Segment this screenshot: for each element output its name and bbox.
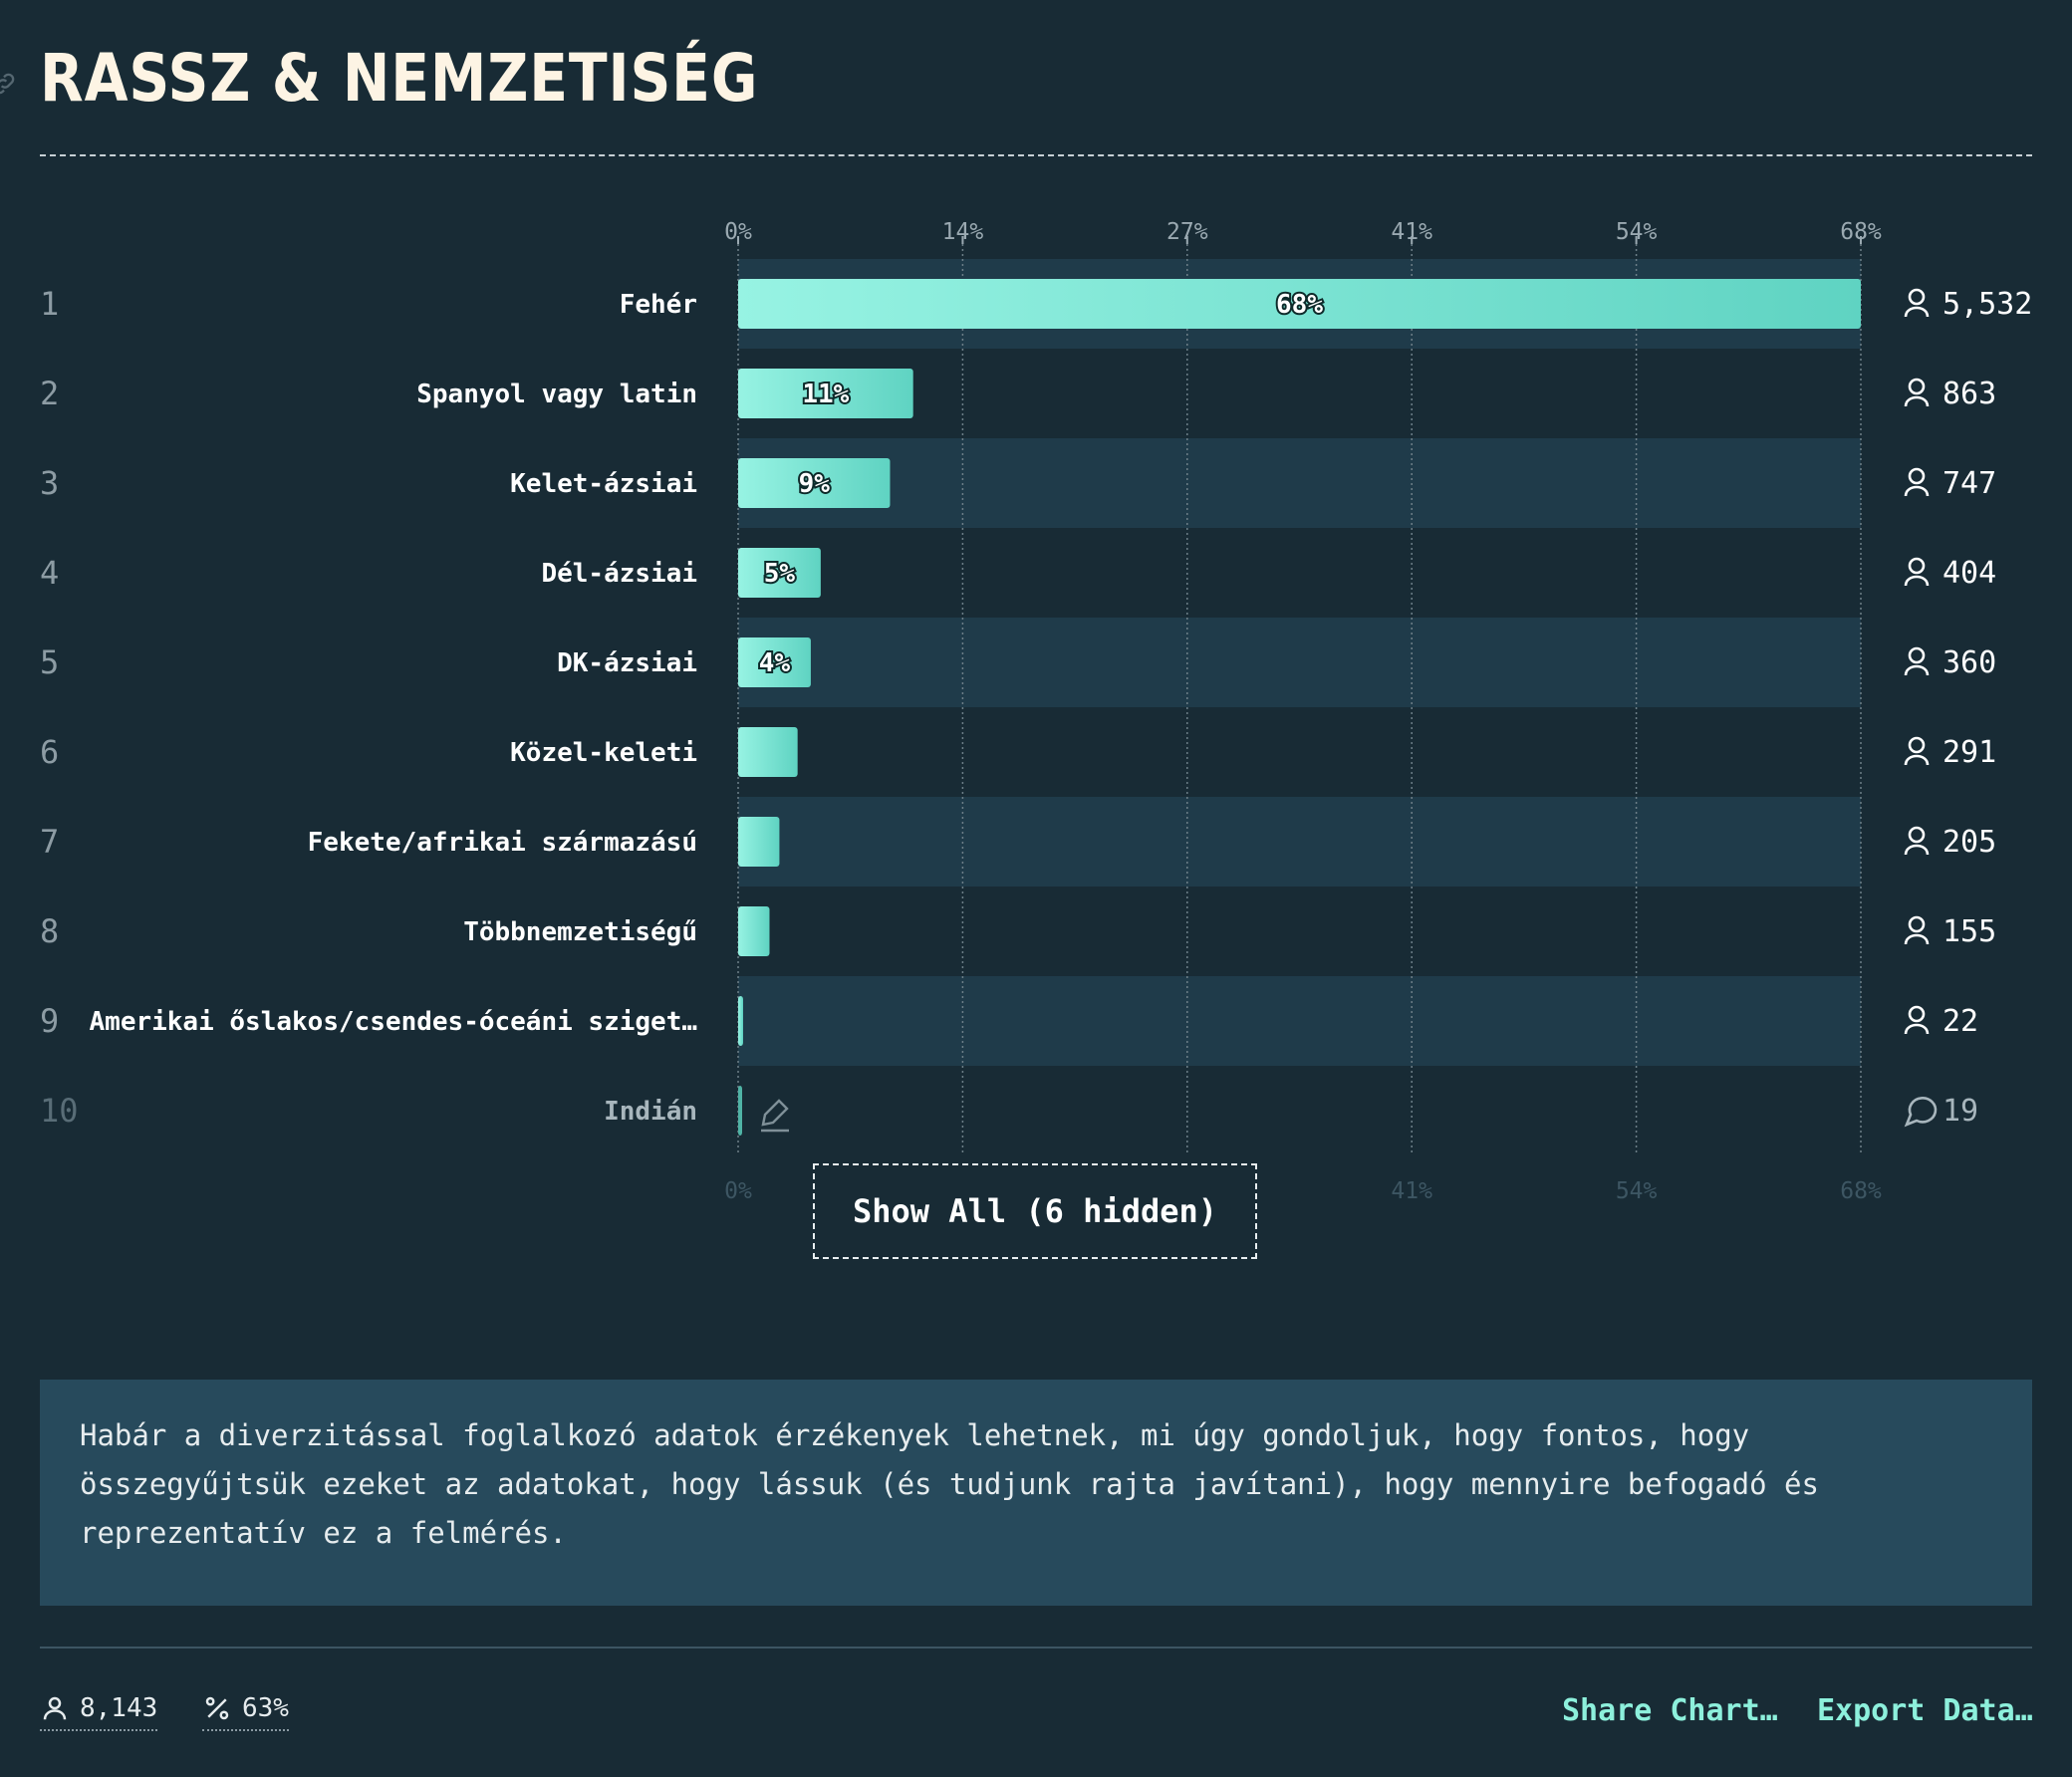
count-label: 291 — [1942, 735, 1996, 770]
rank-label: 6 — [40, 733, 59, 771]
bar-value-label: 4% — [759, 648, 791, 678]
percent-stat[interactable]: 63% — [202, 1693, 289, 1731]
x-tick-label: 54% — [1616, 219, 1658, 245]
person-icon — [43, 1696, 67, 1720]
count-label: 22 — [1942, 1004, 1978, 1039]
category-label: Amerikai őslakos/csendes-óceáni sziget… — [90, 1007, 697, 1037]
bar[interactable] — [738, 817, 780, 867]
share-chart-link[interactable]: Share Chart… — [1562, 1693, 1778, 1728]
respondents-count: 8,143 — [80, 1693, 158, 1723]
bar[interactable] — [738, 1086, 742, 1136]
category-label: Kelet-ázsiai — [510, 469, 697, 499]
person-icon — [1904, 826, 1930, 856]
footer-divider — [40, 1647, 2032, 1649]
row-band — [738, 976, 1861, 1066]
person-icon — [1904, 378, 1930, 407]
export-data-link[interactable]: Export Data… — [1817, 1693, 2033, 1728]
x-tick-label-bottom: 68% — [1840, 1178, 1882, 1204]
x-tick-label: 14% — [942, 219, 984, 245]
count-label: 5,532 — [1942, 287, 2032, 322]
category-label: Indián — [604, 1097, 697, 1127]
category-label: Spanyol vagy latin — [416, 380, 697, 409]
count-label: 205 — [1942, 825, 1996, 860]
rank-label: 5 — [40, 643, 59, 681]
count-label: 404 — [1942, 556, 1996, 591]
count-label: 19 — [1942, 1094, 1978, 1129]
rank-label: 8 — [40, 912, 59, 950]
rank-label: 1 — [40, 285, 59, 323]
respondents-stat[interactable]: 8,143 — [40, 1693, 158, 1731]
category-label: DK-ázsiai — [557, 648, 697, 678]
row-band — [738, 438, 1861, 528]
x-tick-label: 27% — [1166, 219, 1208, 245]
bar[interactable] — [738, 906, 770, 956]
person-icon — [1904, 288, 1930, 318]
bar[interactable] — [738, 727, 798, 777]
x-tick-label-bottom: 0% — [724, 1178, 752, 1204]
count-label: 863 — [1942, 377, 1996, 411]
bar[interactable] — [738, 996, 743, 1046]
person-icon — [1904, 646, 1930, 676]
person-icon — [1904, 557, 1930, 587]
edit-icon[interactable] — [761, 1099, 789, 1133]
show-all-button[interactable]: Show All (6 hidden) — [813, 1163, 1257, 1259]
bar-value-label: 5% — [764, 559, 796, 589]
rank-label: 4 — [40, 554, 59, 592]
row-band — [738, 618, 1861, 707]
race-ethnicity-bar-chart: 0%0%14%14%27%27%41%41%54%54%68%68% 1Fehé… — [40, 219, 2032, 1204]
category-label: Többnemzetiségű — [463, 917, 697, 947]
percent-value: 63% — [242, 1693, 289, 1723]
info-note: Habár a diverzitással foglalkozó adatok … — [40, 1380, 2032, 1606]
rank-label: 3 — [40, 464, 59, 502]
rank-label: 9 — [40, 1002, 59, 1040]
category-label: Fekete/afrikai származású — [308, 828, 697, 858]
person-icon — [1904, 915, 1930, 945]
count-label: 155 — [1942, 914, 1996, 949]
x-tick-label-bottom: 41% — [1391, 1178, 1432, 1204]
count-label: 360 — [1942, 645, 1996, 680]
person-icon — [1904, 736, 1930, 766]
rank-label: 10 — [40, 1092, 79, 1130]
x-tick-label: 0% — [724, 219, 752, 245]
category-label: Dél-ázsiai — [541, 559, 697, 589]
percent-icon — [205, 1696, 229, 1720]
category-label: Közel-keleti — [510, 738, 697, 768]
x-tick-label-bottom: 54% — [1616, 1178, 1658, 1204]
bar-value-label: 9% — [799, 469, 831, 499]
comment-icon — [1904, 1097, 1938, 1128]
rank-label: 7 — [40, 823, 59, 861]
person-icon — [1904, 1005, 1930, 1035]
row-band — [738, 797, 1861, 887]
person-icon — [1904, 467, 1930, 497]
x-tick-label: 68% — [1840, 219, 1882, 245]
count-label: 747 — [1942, 466, 1996, 501]
bar-value-label: 68% — [1276, 290, 1323, 320]
bar-value-label: 11% — [802, 380, 849, 409]
category-label: Fehér — [620, 290, 697, 320]
x-tick-label: 41% — [1391, 219, 1432, 245]
rank-label: 2 — [40, 375, 59, 412]
